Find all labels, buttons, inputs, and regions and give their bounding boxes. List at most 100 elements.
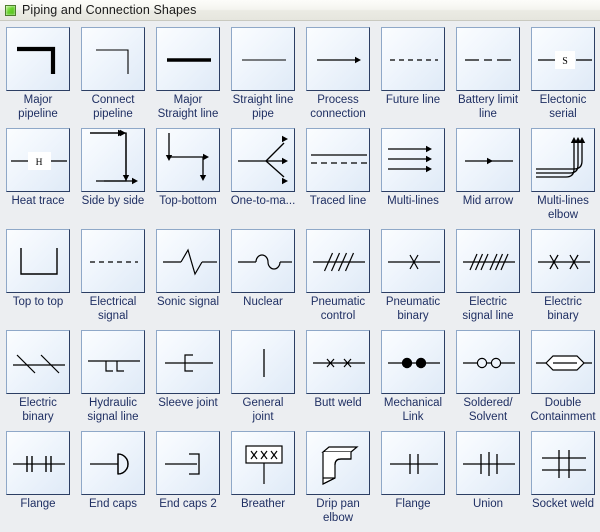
line-thin-icon[interactable] <box>231 27 295 91</box>
shape-item[interactable]: General joint <box>231 330 295 424</box>
line-dashdash-icon[interactable] <box>456 27 520 91</box>
shape-item[interactable]: Soldered/ Solvent <box>456 330 520 424</box>
general-joint-icon[interactable] <box>231 330 295 394</box>
shape-item[interactable]: Electrical signal <box>81 229 145 323</box>
butt-weld-icon[interactable] <box>306 330 370 394</box>
shape-item[interactable]: Top to top <box>6 229 70 310</box>
one-to-many-icon[interactable] <box>231 128 295 192</box>
arrow-right-icon[interactable] <box>306 27 370 91</box>
shape-item[interactable]: Hydraulic signal line <box>81 330 145 424</box>
shape-label: Flange <box>395 498 431 510</box>
hash-cross-one-icon[interactable] <box>381 229 445 293</box>
shape-grid: Major pipeline Connect pipeline Major Stra… <box>0 21 600 532</box>
shape-label: Side by side <box>81 195 145 207</box>
multi-lines-icon[interactable] <box>381 128 445 192</box>
shape-item[interactable]: Process connection <box>306 27 370 121</box>
shape-item[interactable]: Flange <box>381 431 445 512</box>
flange-double-icon[interactable] <box>6 431 70 495</box>
shape-item[interactable]: Major pipeline <box>6 27 70 121</box>
shape-item[interactable]: Union <box>456 431 520 512</box>
shape-label: Mid arrow <box>462 195 514 207</box>
shape-label: Hydraulic signal line <box>87 397 139 423</box>
mid-arrow-icon[interactable] <box>456 128 520 192</box>
shape-label: Heat trace <box>11 195 65 207</box>
multi-lines-elbow-icon[interactable] <box>531 128 595 192</box>
line-dashed-icon[interactable] <box>81 229 145 293</box>
shape-item[interactable]: Pneumatic binary <box>381 229 445 323</box>
line-dashed-icon[interactable] <box>381 27 445 91</box>
shape-item[interactable]: Future line <box>381 27 445 108</box>
shape-item[interactable]: Butt weld <box>306 330 370 411</box>
shape-label: Sonic signal <box>156 296 219 308</box>
shape-item[interactable]: Electric binary <box>531 229 595 323</box>
shape-item[interactable]: Top-bottom <box>156 128 220 209</box>
hash-four-icon[interactable] <box>306 229 370 293</box>
drip-pan-elbow-icon[interactable] <box>306 431 370 495</box>
shape-item[interactable]: Electric binary <box>6 330 70 424</box>
shape-item[interactable]: Connect pipeline <box>81 27 145 121</box>
shape-item[interactable]: S Electonic serial <box>531 27 595 121</box>
hash-cross-two-icon[interactable] <box>531 229 595 293</box>
shape-item[interactable]: Battery limit line <box>456 27 520 121</box>
shape-item[interactable]: Electric signal line <box>456 229 520 323</box>
traced-line-icon[interactable] <box>306 128 370 192</box>
shape-item[interactable]: Double Containment <box>530 330 596 424</box>
double-slash-icon[interactable] <box>6 330 70 394</box>
shape-item[interactable]: One-to-ma... <box>231 128 295 209</box>
shape-item[interactable]: End caps <box>81 431 145 512</box>
shape-item[interactable]: Major Straight line <box>156 27 220 121</box>
shape-item[interactable]: Breather <box>231 431 295 512</box>
svg-text:S: S <box>562 56 568 67</box>
shape-item[interactable]: Socket weld <box>531 431 595 512</box>
shape-item[interactable]: Mechanical Link <box>381 330 445 424</box>
shape-item[interactable]: Traced line <box>306 128 370 209</box>
shape-item[interactable]: Sonic signal <box>156 229 220 310</box>
shape-label: Mechanical Link <box>383 397 443 423</box>
shape-item[interactable]: End caps 2 <box>156 431 220 512</box>
side-by-side-icon[interactable] <box>81 128 145 192</box>
shape-item[interactable]: Sleeve joint <box>156 330 220 411</box>
titlebar: Piping and Connection Shapes <box>0 0 600 21</box>
shape-item[interactable]: Drip pan elbow <box>306 431 370 525</box>
shape-label: Nuclear <box>243 296 283 308</box>
shape-item[interactable]: H Heat trace <box>6 128 70 209</box>
shape-item[interactable]: Multi-lines elbow <box>531 128 595 222</box>
line-box-h-icon[interactable]: H <box>6 128 70 192</box>
shape-label: Process connection <box>310 94 366 120</box>
shape-item[interactable]: Nuclear <box>231 229 295 310</box>
sleeve-joint-icon[interactable] <box>156 330 220 394</box>
shape-label: Multi-lines elbow <box>537 195 589 221</box>
breather-icon[interactable] <box>231 431 295 495</box>
shape-item[interactable]: Pneumatic control <box>306 229 370 323</box>
shape-label: Double Containment <box>530 397 596 423</box>
soldered-solvent-icon[interactable] <box>456 330 520 394</box>
sonic-zigzag-icon[interactable] <box>156 229 220 293</box>
end-caps-2-icon[interactable] <box>156 431 220 495</box>
shape-item[interactable]: Mid arrow <box>456 128 520 209</box>
flange-single-icon[interactable] <box>381 431 445 495</box>
elbow-thick-icon[interactable] <box>6 27 70 91</box>
shape-item[interactable]: Multi-lines <box>381 128 445 209</box>
hydraulic-LL-icon[interactable] <box>81 330 145 394</box>
socket-weld-icon[interactable] <box>531 431 595 495</box>
shape-label: Major pipeline <box>18 94 58 120</box>
svg-text:H: H <box>36 158 43 168</box>
nuclear-sine-icon[interactable] <box>231 229 295 293</box>
shape-label: Top-bottom <box>159 195 217 207</box>
elbow-thin-icon[interactable] <box>81 27 145 91</box>
shape-label: Butt weld <box>314 397 362 409</box>
shape-item[interactable]: Flange <box>6 431 70 512</box>
union-icon[interactable] <box>456 431 520 495</box>
double-containment-icon[interactable] <box>531 330 595 394</box>
top-bottom-icon[interactable] <box>156 128 220 192</box>
top-to-top-icon[interactable] <box>6 229 70 293</box>
mechanical-link-icon[interactable] <box>381 330 445 394</box>
line-thick-icon[interactable] <box>156 27 220 91</box>
shape-label: Flange <box>20 498 56 510</box>
end-caps-icon[interactable] <box>81 431 145 495</box>
hash-triple-two-icon[interactable] <box>456 229 520 293</box>
line-box-s-icon[interactable]: S <box>531 27 595 91</box>
shape-label: Sleeve joint <box>158 397 218 409</box>
shape-item[interactable]: Straight line pipe <box>231 27 295 121</box>
shape-item[interactable]: Side by side <box>81 128 145 209</box>
